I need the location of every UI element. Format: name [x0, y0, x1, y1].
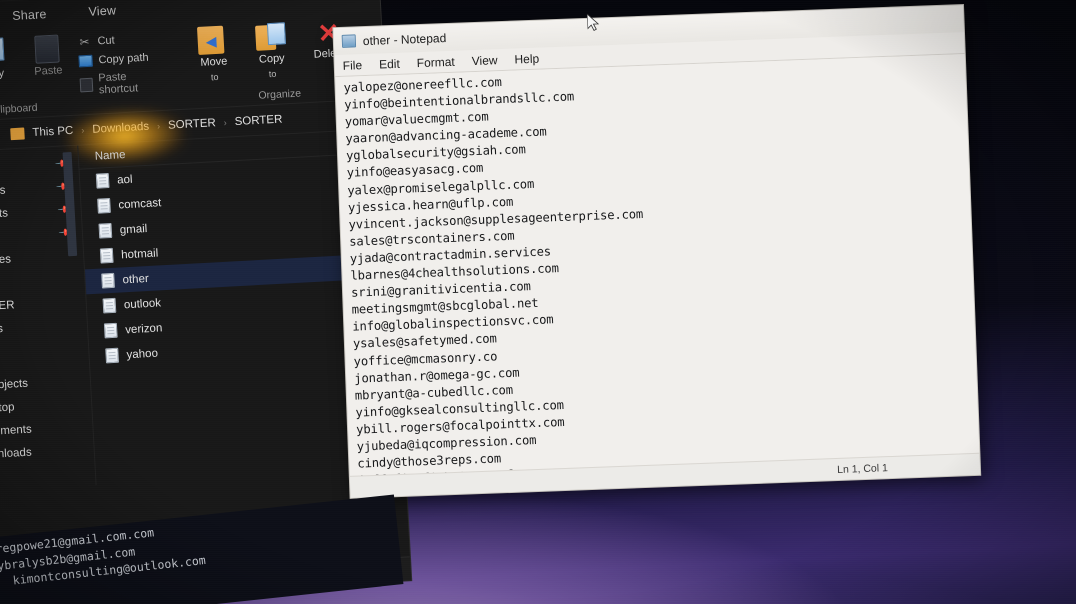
menu-help[interactable]: Help	[514, 51, 539, 66]
paste-shortcut-icon	[79, 77, 94, 93]
file-name: hotmail	[120, 246, 159, 261]
paste-shortcut-label: Paste shortcut	[98, 70, 139, 97]
move-to-button[interactable]: Move to	[185, 21, 242, 83]
sidebar-item-label: Documents	[0, 207, 9, 223]
sidebar-item-label: 3D Objects	[0, 377, 29, 392]
cut-button[interactable]: ✂ Cut	[77, 31, 166, 50]
file-name: other	[122, 272, 150, 286]
sidebar-item-label: Downloads	[0, 184, 6, 200]
copy-button[interactable]: Copy	[0, 33, 18, 82]
sidebar-item-label: Downloads	[0, 446, 32, 462]
copy-path-icon	[78, 54, 93, 68]
ribbon-group-clipboard: Quick access Copy Paste ✂	[0, 22, 175, 123]
move-to-sublabel: to	[210, 71, 219, 82]
photo-of-monitor: ▾ Home Share View Quick access Copy	[0, 0, 1076, 604]
breadcrumb-separator-icon: ›	[223, 117, 227, 128]
organize-group-label: Organize	[258, 87, 302, 102]
sidebar-item-label: SORTER	[0, 298, 15, 314]
breadcrumb-sorter-2[interactable]: SORTER	[234, 113, 282, 128]
copy-to-button[interactable]: Copy to	[243, 18, 300, 80]
monitor-screen: ▾ Home Share View Quick access Copy	[0, 0, 1076, 604]
file-name: outlook	[123, 296, 162, 311]
notepad-title: other - Notepad	[362, 30, 447, 48]
file-name: yahoo	[126, 347, 159, 361]
breadcrumb-this-pc[interactable]: This PC	[32, 124, 73, 138]
notepad-window[interactable]: other - Notepad File Edit Format View He…	[333, 5, 981, 498]
sidebar-item-downloads-2[interactable]: ⬇ Downloads	[0, 437, 94, 469]
sidebar-item-label: Videos	[0, 322, 4, 337]
file-name: verizon	[124, 321, 163, 336]
copy-to-icon	[255, 22, 286, 52]
paste-shortcut-button[interactable]: Paste shortcut	[79, 69, 168, 98]
copy-label: Copy	[0, 67, 5, 81]
file-name: comcast	[118, 196, 162, 212]
cut-label: Cut	[97, 34, 115, 48]
sidebar-item-label: Desktop	[0, 400, 15, 416]
copy-icon	[0, 38, 4, 67]
text-file-icon	[103, 322, 118, 339]
move-to-label: Move	[200, 55, 228, 69]
notepad-app-icon	[341, 34, 357, 48]
file-name: gmail	[119, 222, 148, 236]
clipboard-group-label: Clipboard	[0, 101, 38, 117]
copy-path-label: Copy path	[98, 51, 149, 67]
paste-button[interactable]: Paste	[20, 30, 76, 79]
file-name: aol	[116, 173, 133, 187]
breadcrumb-downloads[interactable]: Downloads	[92, 120, 149, 135]
paste-label: Paste	[34, 64, 63, 78]
breadcrumb-separator-icon: ›	[81, 124, 85, 135]
text-file-icon	[99, 247, 114, 264]
menu-edit[interactable]: Edit	[379, 56, 400, 71]
tab-view[interactable]: View	[86, 0, 119, 23]
up-button[interactable]: ↑	[0, 127, 3, 142]
copy-path-button[interactable]: Copy path	[78, 51, 167, 68]
breadcrumb-folder-icon	[10, 127, 25, 140]
text-file-icon	[101, 272, 115, 289]
paste-icon	[34, 34, 60, 64]
sidebar-item-label: Captures	[0, 252, 12, 268]
cut-icon: ✂	[79, 34, 90, 50]
menu-format[interactable]: Format	[416, 54, 455, 69]
move-to-icon	[197, 25, 228, 55]
text-file-icon	[97, 197, 111, 214]
copy-to-label: Copy	[258, 52, 285, 66]
copy-to-sublabel: to	[268, 68, 277, 79]
notepad-text-area[interactable]: yalopez@onereefllc.com yinfo@beintention…	[335, 54, 980, 476]
text-file-icon	[98, 222, 113, 239]
text-file-icon	[105, 347, 120, 364]
caret-position: Ln 1, Col 1	[836, 461, 889, 476]
sidebar-item-label: Documents	[0, 423, 32, 439]
text-file-icon	[102, 297, 117, 314]
breadcrumb-sorter-1[interactable]: SORTER	[168, 117, 216, 132]
text-file-icon	[95, 172, 110, 189]
menu-view[interactable]: View	[471, 53, 497, 68]
tab-share[interactable]: Share	[10, 3, 49, 27]
menu-file[interactable]: File	[343, 58, 363, 73]
breadcrumb-separator-icon: ›	[156, 120, 161, 131]
